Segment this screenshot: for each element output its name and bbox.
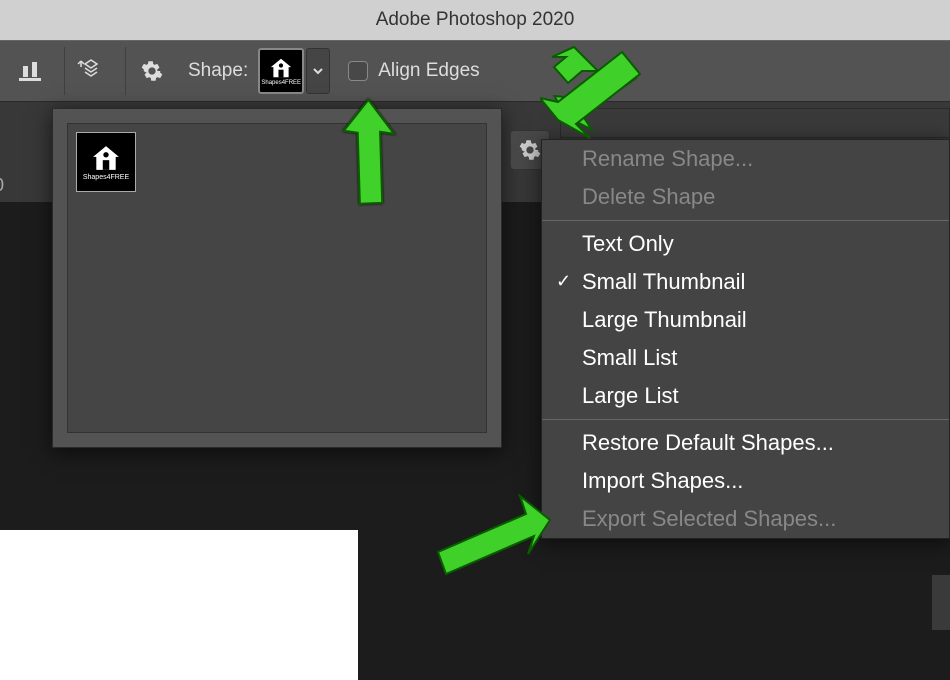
menu-text-only[interactable]: Text Only [542,225,949,263]
document-canvas[interactable] [0,530,358,680]
align-bottom-icon [17,58,43,84]
menu-item-label: Rename Shape... [582,146,753,171]
check-icon: ✓ [556,271,571,292]
menu-delete-shape[interactable]: Delete Shape [542,178,949,216]
menu-item-label: Restore Default Shapes... [582,430,834,455]
scrollbar-stub[interactable] [932,575,950,630]
menu-item-label: Large Thumbnail [582,307,747,332]
app-title: Adobe Photoshop 2020 [376,9,575,31]
layers-up-icon [77,57,105,85]
menu-small-list[interactable]: Small List [542,339,949,377]
menu-item-label: Large List [582,383,679,408]
menu-item-label: Text Only [582,231,674,256]
menu-separator [542,220,949,221]
ruler-value: 00 [0,175,4,196]
menu-separator [542,419,949,420]
house-icon [268,57,294,79]
menu-large-list[interactable]: Large List [542,377,949,415]
layers-stack-button[interactable] [71,51,111,91]
menu-item-label: Small Thumbnail [582,269,745,294]
shape-dropdown-button[interactable] [306,48,330,94]
options-gear-button[interactable] [132,51,172,91]
menu-restore-default-shapes[interactable]: Restore Default Shapes... [542,424,949,462]
options-toolbar: Shape: Shapes4FREE Align Edges [0,40,950,102]
shapes-context-menu: Rename Shape... Delete Shape Text Only ✓… [541,139,950,539]
gear-icon [519,139,541,161]
shape-item[interactable]: Shapes4FREE [76,132,136,192]
align-edges-label: Align Edges [378,60,479,82]
menu-small-thumbnail[interactable]: ✓ Small Thumbnail [542,263,949,301]
chevron-down-icon [311,64,325,78]
shape-thumbnail-label: Shapes4FREE [261,80,301,86]
shape-item-label: Shapes4FREE [83,174,129,181]
menu-import-shapes[interactable]: Import Shapes... [542,462,949,500]
align-stack-button[interactable] [10,51,50,91]
gear-icon [141,60,163,82]
menu-rename-shape[interactable]: Rename Shape... [542,140,949,178]
shape-thumbnail[interactable]: Shapes4FREE [258,48,304,94]
panel-strip [560,108,950,138]
menu-large-thumbnail[interactable]: Large Thumbnail [542,301,949,339]
align-edges-checkbox[interactable] [348,61,368,81]
toolbar-separator [64,47,65,95]
shapes-grid[interactable]: Shapes4FREE [67,123,487,433]
shape-label: Shape: [188,60,248,82]
menu-item-label: Import Shapes... [582,468,743,493]
menu-item-label: Delete Shape [582,184,715,209]
toolbar-separator [125,47,126,95]
menu-item-label: Small List [582,345,677,370]
menu-export-selected-shapes[interactable]: Export Selected Shapes... [542,500,949,538]
menu-item-label: Export Selected Shapes... [582,506,836,531]
titlebar: Adobe Photoshop 2020 [0,0,950,40]
shapes-flyout: Shapes4FREE [52,108,502,448]
house-icon [89,144,123,172]
